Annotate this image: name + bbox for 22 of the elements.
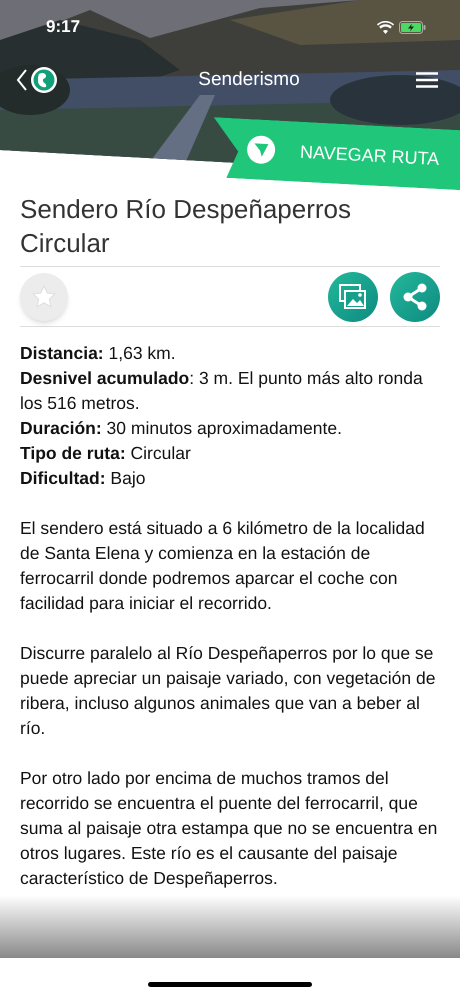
share-button[interactable] bbox=[390, 272, 440, 322]
share-icon bbox=[402, 282, 428, 310]
wifi-icon bbox=[377, 20, 394, 34]
back-button[interactable] bbox=[16, 66, 58, 94]
status-time: 9:17 bbox=[46, 16, 80, 38]
route-title: Sendero Río Despeñaperros Circular bbox=[20, 193, 352, 260]
images-icon bbox=[339, 284, 367, 310]
description-paragraph: Discurre paralelo al Río Despeñaperros por lo que se puede apreciar un paisaje variado, con vegetación de ribera, incluso algunos animales que van a beber al río. bbox=[20, 642, 436, 740]
route-fact: Distancia: 1,63 km. bbox=[20, 342, 177, 365]
star-icon bbox=[31, 284, 57, 310]
gallery-button[interactable] bbox=[328, 272, 378, 322]
route-fact: Dificultad: Bajo bbox=[20, 467, 146, 490]
menu-icon[interactable] bbox=[416, 72, 438, 88]
battery-charging-icon bbox=[399, 20, 426, 34]
screen-title: Senderismo bbox=[198, 68, 300, 92]
description-paragraph: El sendero está situado a 6 kilómetro de la localidad de Santa Elena y comienza en la estación de ferrocarril donde podremos aparcar el coche con facilidad para iniciar el recorrido. bbox=[20, 517, 426, 615]
back-chevron-icon bbox=[16, 68, 28, 92]
globe-logo-icon bbox=[30, 66, 58, 94]
route-fact: Desnivel acumulado: 3 m. El punto más alto ronda los 516 metros. bbox=[20, 367, 424, 415]
description-paragraph: Por otro lado por encima de muchos tramos del recorrido se encuentra el puente del ferrocarril, que suma al paisaje otra estampa que no se encuentra en otros lugares. Este río es el causante del paisaje característico de Despeñaperros. bbox=[20, 767, 438, 890]
route-fact: Duración: 30 minutos aproximadamente. bbox=[20, 417, 343, 440]
route-fact: Tipo de ruta: Circular bbox=[20, 442, 192, 465]
